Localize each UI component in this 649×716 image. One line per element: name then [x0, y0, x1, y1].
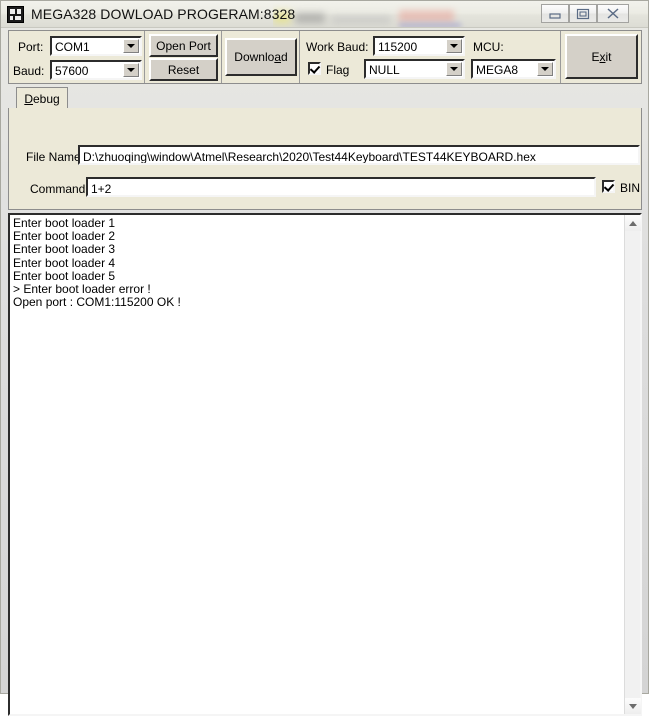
exit-label: Exit [591, 49, 612, 64]
title-bar[interactable]: MEGA328 DOWLOAD PROGERAM:8328 [1, 1, 648, 28]
chevron-down-icon[interactable] [537, 62, 553, 76]
exit-group: Exit [561, 31, 643, 83]
tab-debug[interactable]: Debug [16, 87, 68, 109]
toolbar: Port: COM1 Baud: 57600 Open Port Reset D… [8, 30, 642, 84]
client-area: Port: COM1 Baud: 57600 Open Port Reset D… [6, 29, 643, 716]
port-label: Port: [18, 40, 44, 54]
command-input[interactable]: 1+2 [86, 177, 596, 197]
scroll-up-arrow-icon [629, 221, 637, 226]
chevron-down-icon[interactable] [446, 62, 462, 76]
file-name-input[interactable]: D:\zhuoqing\window\Atmel\Research\2020\T… [78, 145, 640, 165]
port-actions-group: Open Port Reset [145, 31, 222, 83]
bin-label: BIN [620, 181, 641, 195]
maximize-icon [576, 8, 590, 20]
minimize-button[interactable] [541, 4, 569, 23]
flag-label: Flag [326, 63, 350, 77]
command-value: 1+2 [91, 182, 112, 196]
open-port-button[interactable]: Open Port [149, 34, 218, 57]
background-window-bleed [273, 2, 531, 27]
maximize-button[interactable] [569, 4, 597, 23]
work-baud-label: Work Baud: [306, 40, 369, 54]
flag-checkbox[interactable] [308, 62, 321, 75]
download-button[interactable]: Download [225, 38, 297, 76]
log-scrollbar[interactable] [624, 215, 641, 714]
tab-strip: Debug [8, 87, 642, 109]
tab-debug-label: Debug [24, 91, 60, 106]
flag-mode-combo[interactable]: NULL [364, 59, 465, 79]
log-text: Enter boot loader 1 Enter boot loader 2 … [13, 217, 181, 310]
chevron-down-icon[interactable] [123, 63, 139, 77]
scroll-up-button[interactable] [625, 215, 641, 231]
bin-checkbox[interactable] [602, 180, 615, 193]
port-settings-group: Port: COM1 Baud: 57600 [9, 31, 145, 83]
minimize-icon [549, 13, 561, 19]
mcu-settings-group: Work Baud: 115200 Flag NULL MCU: MEGA8 [300, 31, 561, 83]
fields-panel: File Name: D:\zhuoqing\window\Atmel\Rese… [8, 108, 642, 210]
close-button[interactable] [597, 4, 629, 23]
command-label: Command: [30, 182, 89, 196]
chevron-down-icon[interactable] [123, 39, 139, 53]
download-label: Download [234, 50, 288, 64]
reset-button[interactable]: Reset [149, 58, 218, 81]
work-baud-value: 115200 [378, 40, 418, 54]
exit-button[interactable]: Exit [565, 34, 638, 79]
download-group: Download [222, 31, 300, 83]
work-baud-combo[interactable]: 115200 [373, 36, 465, 56]
flag-mode-value: NULL [369, 63, 400, 77]
port-combo[interactable]: COM1 [50, 36, 142, 56]
window-title: MEGA328 DOWLOAD PROGERAM:8328 [31, 6, 296, 22]
port-value: COM1 [55, 40, 90, 54]
baud-value: 57600 [55, 64, 89, 78]
close-icon [607, 8, 619, 19]
mcu-label: MCU: [473, 40, 504, 54]
mcu-combo[interactable]: MEGA8 [471, 59, 556, 79]
baud-label: Baud: [13, 64, 45, 78]
chip-icon[interactable] [7, 6, 24, 23]
file-name-value: D:\zhuoqing\window\Atmel\Research\2020\T… [83, 150, 536, 164]
scroll-down-arrow-icon [629, 704, 637, 709]
baud-combo[interactable]: 57600 [50, 60, 142, 80]
chevron-down-icon[interactable] [446, 39, 462, 53]
log-output-panel[interactable]: Enter boot loader 1 Enter boot loader 2 … [8, 213, 642, 716]
mcu-value: MEGA8 [476, 63, 519, 77]
application-window: MEGA328 DOWLOAD PROGERAM:8328 Port: COM1… [0, 0, 649, 716]
scroll-down-button[interactable] [625, 698, 641, 714]
file-name-label: File Name: [26, 150, 85, 164]
